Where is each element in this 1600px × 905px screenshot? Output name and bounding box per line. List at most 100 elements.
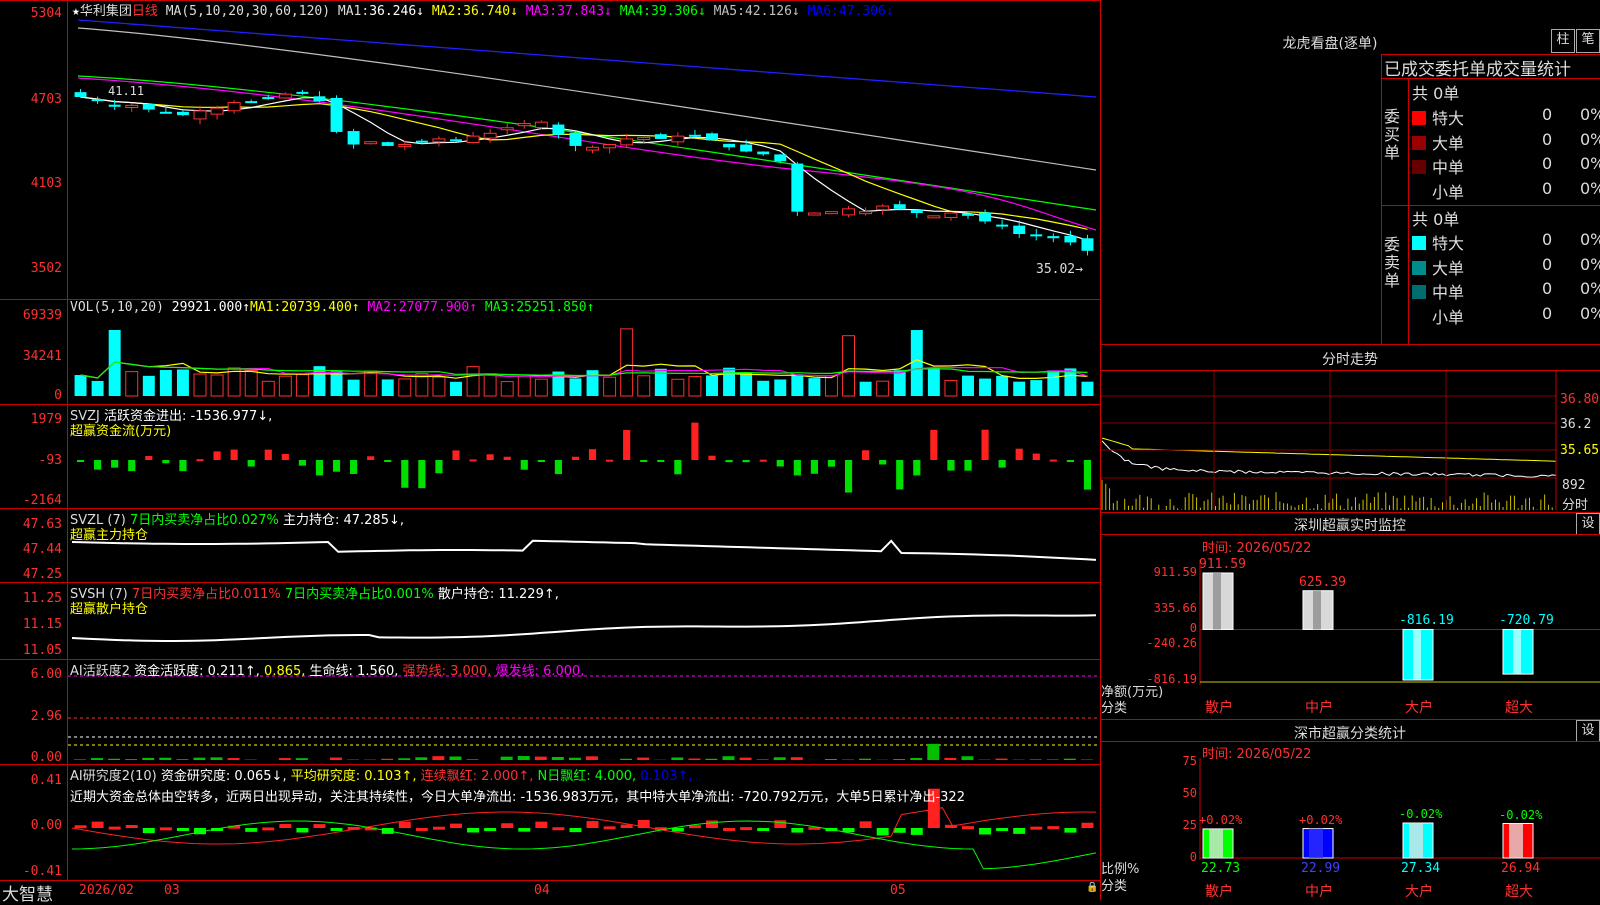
stats-time: 时间: 2026/05/22 — [1202, 743, 1311, 762]
monitor-axis-label: -816.19 — [1140, 672, 1197, 686]
ai2-bar — [399, 822, 411, 828]
ai1-bar — [1064, 759, 1076, 760]
candle-down — [1030, 234, 1042, 236]
stats-title: 深市超赢分类统计 — [1250, 723, 1450, 743]
candle-up — [860, 212, 872, 214]
ai1-bar — [159, 758, 171, 760]
svzl-axis-3: 47.25 — [0, 567, 62, 582]
candle-down — [160, 112, 172, 114]
ai1-bar — [586, 756, 598, 760]
buy-order-label: 委买单 — [1384, 108, 1404, 162]
pen-mode-button[interactable]: 笔 — [1576, 29, 1600, 53]
ai1-bar — [791, 757, 803, 760]
ai1-bar — [688, 759, 700, 760]
ai1-desc4: 强势线: 3.000, — [403, 664, 492, 679]
vol-bar — [433, 377, 445, 396]
svzj-axis-1: 1979 — [0, 412, 62, 427]
ai2-bar — [1081, 823, 1093, 828]
date-label-3: 04 — [534, 883, 550, 898]
buy-order-swatch — [1412, 136, 1426, 150]
ma5-value: 42.126↓ — [745, 4, 800, 19]
ai1-bar — [910, 758, 922, 760]
svzj-bar — [111, 460, 118, 468]
stats-change-label: +0.02% — [1299, 813, 1342, 827]
sell-order-count: 0 — [1542, 255, 1552, 274]
vol-bar — [1030, 380, 1042, 396]
monitor-settings-button[interactable]: 设 — [1576, 513, 1600, 535]
buy-total: 共 0单 — [1412, 80, 1459, 104]
buy-order-swatch — [1412, 185, 1426, 199]
vol-bar — [1047, 370, 1059, 396]
ai1-axis-1: 6.00 — [0, 667, 62, 682]
monitor-value-label: 625.39 — [1299, 575, 1346, 590]
ai2-bar — [1064, 828, 1076, 833]
candle-up — [535, 122, 547, 127]
vol-bar — [450, 382, 462, 396]
ai2-bar — [143, 828, 155, 833]
ai1-bar — [91, 758, 103, 760]
ai1-axis-3: 0.00 — [0, 750, 62, 765]
sell-order-row: 大单00% — [1412, 255, 1464, 279]
buy-order-name: 小单 — [1432, 183, 1464, 202]
ai2-bar — [433, 827, 445, 830]
vol-bar — [587, 370, 599, 396]
vol-bar — [757, 381, 769, 396]
ma6-value: 47.306↓ — [839, 4, 894, 19]
stats-axis-label: 25 — [1150, 818, 1197, 832]
ai2-bar — [996, 828, 1008, 831]
svzj-bar — [691, 423, 698, 460]
monitor-value-label: 911.59 — [1199, 557, 1246, 572]
ai1-bar — [125, 759, 137, 760]
candle-up — [672, 136, 684, 142]
buy-order-pct: 0% — [1580, 179, 1600, 198]
buy-order-pct: 0% — [1580, 154, 1600, 173]
svzj-bar — [248, 460, 255, 467]
lock-icon[interactable]: 🔒 — [1086, 882, 1098, 893]
svzj-bar — [930, 430, 937, 460]
sell-order-row: 小单00% — [1412, 304, 1464, 328]
ai1-bar — [944, 758, 956, 760]
candle-up — [484, 133, 496, 138]
ai2-bar — [706, 820, 718, 828]
intraday-axis-2: 36.2 — [1560, 417, 1591, 432]
svzj-bar — [896, 460, 903, 489]
svzj-bar — [1016, 449, 1023, 460]
svzl-subtitle: 超赢主力持仓 — [70, 524, 148, 543]
vol-bar — [126, 372, 138, 396]
favorite-star-icon[interactable]: ★ — [72, 4, 80, 19]
vol-bar — [279, 376, 291, 396]
ai1-bar — [501, 757, 513, 760]
sell-order-name: 小单 — [1432, 308, 1464, 327]
svzj-bar — [1067, 460, 1074, 462]
svzj-bar — [811, 460, 818, 474]
svzj-bar — [162, 460, 169, 463]
divider-bottom — [0, 880, 1100, 881]
stats-category-label: 散户 — [1205, 881, 1233, 901]
candle-down — [894, 204, 906, 209]
svzl-axis-1: 47.63 — [0, 517, 62, 532]
stats-change-label: -0.02% — [1399, 807, 1442, 821]
stats-settings-button[interactable]: 设 — [1576, 720, 1600, 742]
svzl-line — [72, 541, 1096, 560]
sell-total: 共 0单 — [1412, 206, 1459, 230]
candle-down — [92, 99, 104, 101]
vol-bar — [706, 375, 718, 396]
bar-mode-button[interactable]: 柱 — [1551, 29, 1575, 53]
vol-bar — [143, 376, 155, 396]
monitor-axis-label: 911.59 — [1140, 565, 1197, 579]
svzj-bar — [265, 450, 272, 460]
svzj-bar — [913, 460, 920, 475]
vol-bar — [604, 377, 616, 396]
ma4-label: MA4: — [620, 4, 651, 19]
svzl-axis-2: 47.44 — [0, 542, 62, 557]
ai1-bar — [569, 758, 581, 760]
ai2-bar — [569, 828, 581, 832]
svzj-bar — [469, 459, 476, 461]
period-label[interactable]: 日线 — [132, 4, 158, 19]
candle-up — [945, 213, 957, 217]
stats-value-label: 26.94 — [1501, 861, 1540, 876]
svzj-bar — [435, 460, 442, 473]
svzj-bar — [794, 460, 801, 475]
ai1-bar — [927, 744, 939, 760]
sell-order-row: 中单00% — [1412, 279, 1464, 303]
